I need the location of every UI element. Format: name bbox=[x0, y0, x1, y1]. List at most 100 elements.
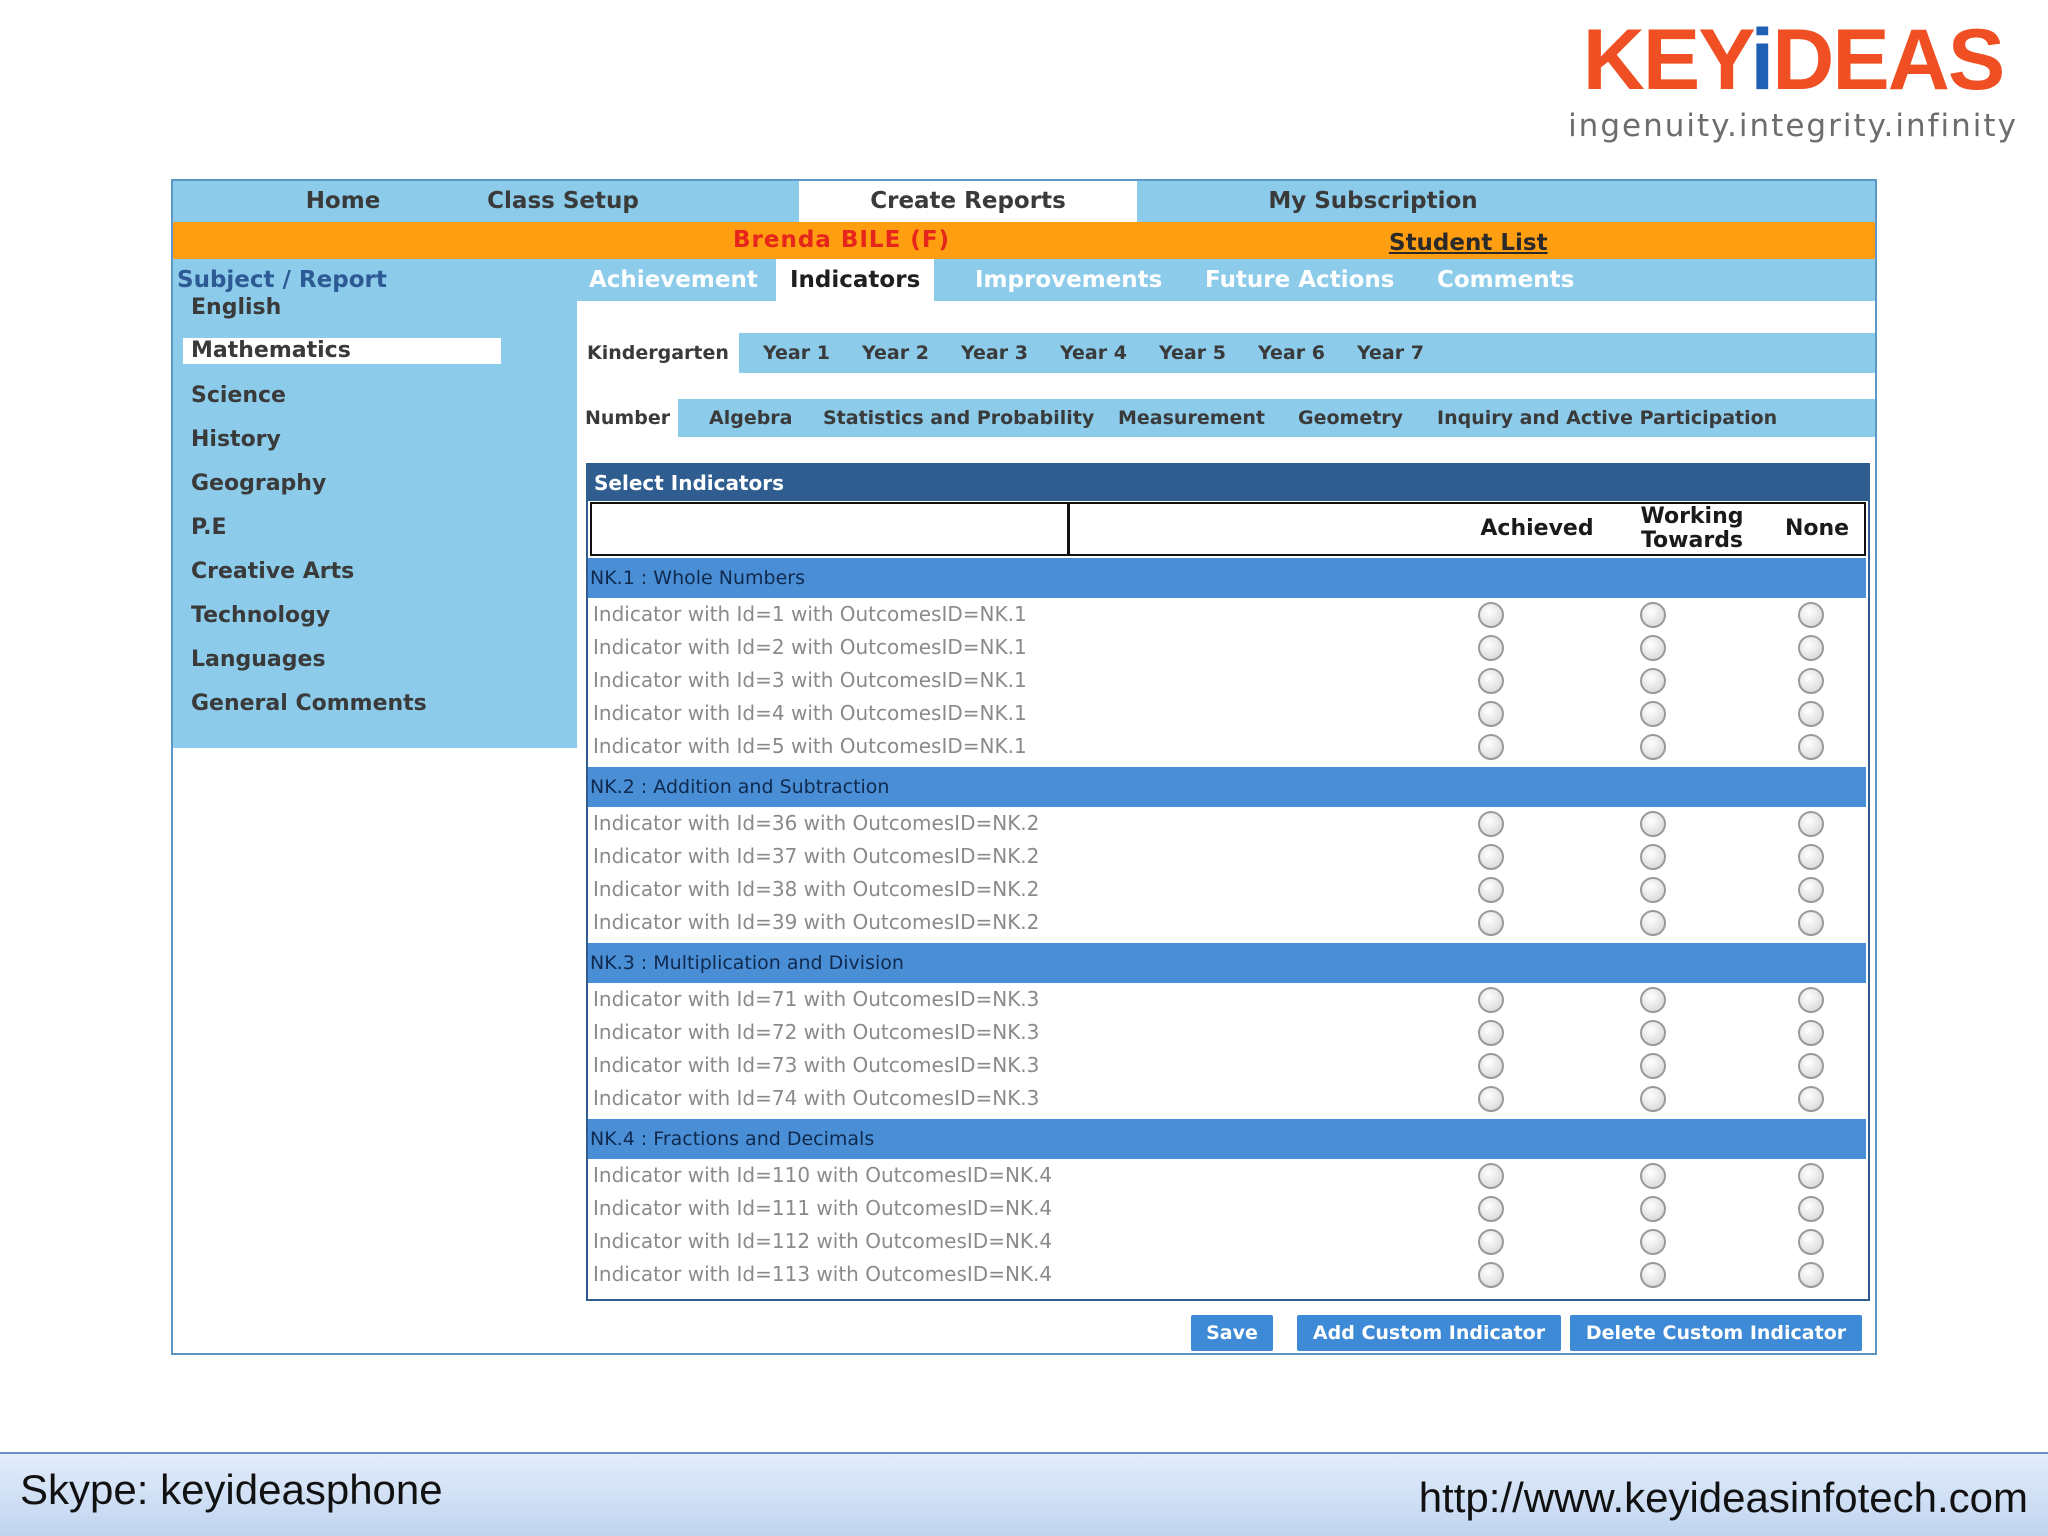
sidebar-item-history[interactable]: History bbox=[183, 427, 501, 453]
radio-working-towards[interactable] bbox=[1640, 1086, 1666, 1112]
radio-none[interactable] bbox=[1798, 877, 1824, 903]
tab-geometry[interactable]: Geometry bbox=[1298, 399, 1403, 437]
radio-achieved[interactable] bbox=[1478, 1229, 1504, 1255]
radio-working-towards[interactable] bbox=[1640, 910, 1666, 936]
add-custom-indicator-button[interactable]: Add Custom Indicator bbox=[1297, 1315, 1561, 1351]
tab-achievement[interactable]: Achievement bbox=[589, 259, 758, 301]
sidebar-item-languages[interactable]: Languages bbox=[183, 647, 501, 673]
radio-achieved[interactable] bbox=[1478, 1196, 1504, 1222]
radio-achieved[interactable] bbox=[1478, 910, 1504, 936]
radio-none[interactable] bbox=[1798, 1053, 1824, 1079]
radio-working-towards[interactable] bbox=[1640, 1262, 1666, 1288]
radio-working-towards[interactable] bbox=[1640, 602, 1666, 628]
radio-working-towards[interactable] bbox=[1640, 1229, 1666, 1255]
sidebar-item-geography[interactable]: Geography bbox=[183, 471, 501, 497]
indicator-label: Indicator with Id=2 with OutcomesID=NK.1 bbox=[593, 635, 1027, 659]
radio-achieved[interactable] bbox=[1478, 635, 1504, 661]
tab-future-actions[interactable]: Future Actions bbox=[1205, 259, 1394, 301]
radio-none[interactable] bbox=[1798, 844, 1824, 870]
radio-none[interactable] bbox=[1798, 811, 1824, 837]
radio-none[interactable] bbox=[1798, 602, 1824, 628]
radio-none[interactable] bbox=[1798, 1020, 1824, 1046]
radio-none[interactable] bbox=[1798, 987, 1824, 1013]
radio-working-towards[interactable] bbox=[1640, 734, 1666, 760]
tab-year-5[interactable]: Year 5 bbox=[1159, 333, 1226, 373]
radio-achieved[interactable] bbox=[1478, 1086, 1504, 1112]
radio-working-towards[interactable] bbox=[1640, 701, 1666, 727]
indicator-label: Indicator with Id=3 with OutcomesID=NK.1 bbox=[593, 668, 1027, 692]
tab-year-1[interactable]: Year 1 bbox=[763, 333, 830, 373]
radio-working-towards[interactable] bbox=[1640, 635, 1666, 661]
radio-achieved[interactable] bbox=[1478, 701, 1504, 727]
radio-achieved[interactable] bbox=[1478, 668, 1504, 694]
sidebar-item-mathematics[interactable]: Mathematics bbox=[183, 338, 501, 364]
radio-none[interactable] bbox=[1798, 1262, 1824, 1288]
tab-kindergarten[interactable]: Kindergarten bbox=[577, 333, 739, 373]
radio-working-towards[interactable] bbox=[1640, 811, 1666, 837]
header-divider bbox=[1067, 504, 1070, 554]
tab-my-subscription[interactable]: My Subscription bbox=[1223, 181, 1523, 222]
radio-none[interactable] bbox=[1798, 1229, 1824, 1255]
radio-achieved[interactable] bbox=[1478, 1020, 1504, 1046]
sidebar-item-pe[interactable]: P.E bbox=[183, 515, 501, 541]
indicator-label: Indicator with Id=110 with OutcomesID=NK… bbox=[593, 1163, 1053, 1187]
save-button[interactable]: Save bbox=[1191, 1315, 1273, 1351]
radio-achieved[interactable] bbox=[1478, 844, 1504, 870]
tab-year-6[interactable]: Year 6 bbox=[1258, 333, 1325, 373]
indicator-label: Indicator with Id=36 with OutcomesID=NK.… bbox=[593, 811, 1040, 835]
radio-achieved[interactable] bbox=[1478, 987, 1504, 1013]
tab-class-setup[interactable]: Class Setup bbox=[453, 181, 673, 222]
radio-working-towards[interactable] bbox=[1640, 1053, 1666, 1079]
radio-working-towards[interactable] bbox=[1640, 668, 1666, 694]
sidebar-item-creative-arts[interactable]: Creative Arts bbox=[183, 559, 501, 585]
tab-number[interactable]: Number bbox=[577, 399, 679, 437]
tab-create-reports[interactable]: Create Reports bbox=[799, 181, 1137, 222]
tab-year-2[interactable]: Year 2 bbox=[862, 333, 929, 373]
tab-year-4[interactable]: Year 4 bbox=[1060, 333, 1127, 373]
radio-none[interactable] bbox=[1798, 701, 1824, 727]
sidebar-item-general-comments[interactable]: General Comments bbox=[183, 691, 501, 717]
tab-inquiry-active-participation[interactable]: Inquiry and Active Participation bbox=[1437, 399, 1777, 437]
radio-none[interactable] bbox=[1798, 1163, 1824, 1189]
student-list-link[interactable]: Student List bbox=[1389, 225, 1548, 262]
sidebar-item-science[interactable]: Science bbox=[183, 383, 501, 409]
radio-none[interactable] bbox=[1798, 1086, 1824, 1112]
radio-none[interactable] bbox=[1798, 668, 1824, 694]
radio-achieved[interactable] bbox=[1478, 877, 1504, 903]
indicator-group-header: NK.4 : Fractions and Decimals bbox=[588, 1119, 1866, 1159]
radio-working-towards[interactable] bbox=[1640, 1020, 1666, 1046]
radio-achieved[interactable] bbox=[1478, 811, 1504, 837]
radio-none[interactable] bbox=[1798, 734, 1824, 760]
indicator-label: Indicator with Id=71 with OutcomesID=NK.… bbox=[593, 987, 1040, 1011]
radio-achieved[interactable] bbox=[1478, 734, 1504, 760]
indicator-label: Indicator with Id=37 with OutcomesID=NK.… bbox=[593, 844, 1040, 868]
tab-indicators[interactable]: Indicators bbox=[776, 259, 935, 301]
radio-none[interactable] bbox=[1798, 910, 1824, 936]
sidebar-item-english[interactable]: English bbox=[183, 295, 501, 321]
indicator-label: Indicator with Id=73 with OutcomesID=NK.… bbox=[593, 1053, 1040, 1077]
delete-custom-indicator-button[interactable]: Delete Custom Indicator bbox=[1570, 1315, 1862, 1351]
radio-working-towards[interactable] bbox=[1640, 1163, 1666, 1189]
tab-year-3[interactable]: Year 3 bbox=[961, 333, 1028, 373]
tab-year-7[interactable]: Year 7 bbox=[1357, 333, 1424, 373]
radio-none[interactable] bbox=[1798, 1196, 1824, 1222]
tab-measurement[interactable]: Measurement bbox=[1118, 399, 1265, 437]
tab-statistics-probability[interactable]: Statistics and Probability bbox=[823, 399, 1094, 437]
indicator-label: Indicator with Id=112 with OutcomesID=NK… bbox=[593, 1229, 1053, 1253]
indicator-label: Indicator with Id=111 with OutcomesID=NK… bbox=[593, 1196, 1053, 1220]
tab-algebra[interactable]: Algebra bbox=[709, 399, 793, 437]
tab-home[interactable]: Home bbox=[253, 181, 433, 222]
radio-achieved[interactable] bbox=[1478, 1262, 1504, 1288]
radio-working-towards[interactable] bbox=[1640, 844, 1666, 870]
radio-achieved[interactable] bbox=[1478, 602, 1504, 628]
radio-none[interactable] bbox=[1798, 635, 1824, 661]
tab-comments[interactable]: Comments bbox=[1437, 259, 1574, 301]
sidebar-item-technology[interactable]: Technology bbox=[183, 603, 501, 629]
tab-improvements[interactable]: Improvements bbox=[975, 259, 1162, 301]
website-url[interactable]: http://www.keyideasinfotech.com bbox=[1419, 1474, 2028, 1522]
radio-working-towards[interactable] bbox=[1640, 1196, 1666, 1222]
radio-achieved[interactable] bbox=[1478, 1053, 1504, 1079]
radio-working-towards[interactable] bbox=[1640, 987, 1666, 1013]
radio-achieved[interactable] bbox=[1478, 1163, 1504, 1189]
radio-working-towards[interactable] bbox=[1640, 877, 1666, 903]
